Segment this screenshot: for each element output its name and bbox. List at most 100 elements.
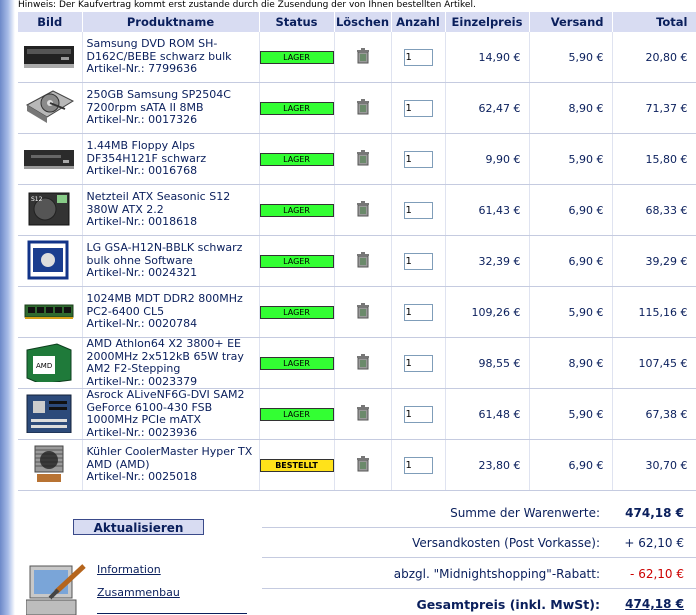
row-total: 15,80 €	[612, 133, 696, 185]
product-image[interactable]	[23, 240, 75, 280]
shipping-cost: 5,90 €	[529, 32, 613, 83]
quantity-input[interactable]	[403, 48, 433, 66]
cart-row: Samsung DVD ROM SH-D162C/BEBE schwarz bu…	[18, 32, 696, 83]
unit-price: 61,43 €	[445, 184, 530, 236]
rabatt-value: - 62,10 €	[630, 567, 684, 581]
product-image[interactable]	[23, 291, 75, 331]
quantity-input[interactable]	[403, 99, 433, 117]
delete-cell	[334, 286, 392, 338]
trash-icon[interactable]	[356, 302, 370, 322]
status-cell: LAGER	[259, 133, 335, 185]
product-name[interactable]: LG GSA-H12N-BBLK schwarz bulk ohne Softw…	[87, 241, 243, 267]
status-badge: LAGER	[259, 153, 333, 166]
article-number: Artikel-Nr.: 7799636	[86, 62, 198, 76]
article-number: Artikel-Nr.: 0023936	[86, 425, 198, 439]
trash-icon[interactable]	[356, 47, 370, 67]
article-number: Artikel-Nr.: 0018618	[86, 215, 198, 229]
shipping-cost: 6,90 €	[529, 439, 613, 491]
product-name[interactable]: Asrock ALiveNF6G-DVI SAM2 GeForce 6100-4…	[87, 389, 245, 427]
warenwerte-label: Summe der Warenwerte:	[450, 506, 600, 520]
product-name[interactable]: Netzteil ATX Seasonic S12 380W ATX 2.2	[87, 190, 231, 216]
shipping-cost: 8,90 €	[529, 337, 613, 389]
row-total: 67,38 €	[612, 388, 696, 440]
shipping-cost: 5,90 €	[529, 133, 613, 185]
trash-icon[interactable]	[356, 353, 370, 373]
trash-icon[interactable]	[356, 404, 370, 424]
cart-row: Kühler CoolerMaster Hyper TX AMD (AMD) Ar…	[18, 439, 696, 491]
product-image[interactable]: S12	[23, 189, 75, 229]
trash-icon[interactable]	[356, 98, 370, 118]
product-name[interactable]: Samsung DVD ROM SH-D162C/BEBE schwarz bu…	[87, 37, 232, 63]
quantity-input[interactable]	[403, 252, 433, 270]
status-badge: LAGER	[259, 306, 333, 319]
quantity-input[interactable]	[403, 405, 433, 423]
unit-price: 109,26 €	[445, 286, 530, 338]
product-name-cell: Samsung DVD ROM SH-D162C/BEBE schwarz bu…	[82, 32, 260, 83]
cart-row: LG GSA-H12N-BBLK schwarz bulk ohne Softw…	[18, 235, 696, 287]
row-total: 20,80 €	[612, 32, 696, 83]
row-total: 39,29 €	[612, 235, 696, 287]
cart-row: 1.44MB Floppy Alps DF354H121F schwarz Art…	[18, 133, 696, 185]
shipping-cost: 6,90 €	[529, 184, 613, 236]
article-number: Artikel-Nr.: 0023379	[86, 374, 198, 388]
unit-price: 61,48 €	[445, 388, 530, 440]
cart-row: 1024MB MDT DDR2 800MHz PC2-6400 CL5 Artik…	[18, 286, 696, 338]
product-image[interactable]	[23, 138, 75, 178]
trash-icon[interactable]	[356, 251, 370, 271]
information-link[interactable]: Information	[97, 563, 161, 576]
trash-icon[interactable]	[356, 455, 370, 475]
delete-cell	[334, 388, 392, 440]
svg-text:S12: S12	[31, 196, 43, 203]
status-cell: LAGER	[259, 235, 335, 287]
status-cell: LAGER	[259, 184, 335, 236]
product-name-cell: Kühler CoolerMaster Hyper TX AMD (AMD) Ar…	[82, 439, 260, 491]
status-cell: LAGER	[259, 337, 335, 389]
product-name-cell: 1024MB MDT DDR2 800MHz PC2-6400 CL5 Artik…	[82, 286, 260, 338]
gesamtpreis-label: Gesamtpreis (inkl. MwSt):	[416, 597, 600, 612]
product-image[interactable]	[23, 393, 75, 433]
computer-tools-icon	[26, 564, 86, 615]
status-badge: LAGER	[259, 204, 333, 217]
product-name-cell: LG GSA-H12N-BBLK schwarz bulk ohne Softw…	[82, 235, 260, 287]
quantity-cell	[391, 337, 446, 389]
cart-table: Bild Produktname Status Löschen Anzahl E…	[18, 12, 696, 491]
zusammenbau-link[interactable]: Zusammenbau	[97, 586, 180, 599]
product-name[interactable]: 1024MB MDT DDR2 800MHz PC2-6400 CL5	[87, 292, 243, 318]
status-cell: LAGER	[259, 388, 335, 440]
delete-cell	[334, 184, 392, 236]
trash-icon[interactable]	[356, 149, 370, 169]
unit-price: 23,80 €	[445, 439, 530, 491]
product-name[interactable]: 1.44MB Floppy Alps DF354H121F schwarz	[87, 139, 207, 165]
status-badge: LAGER	[259, 408, 333, 421]
unit-price: 9,90 €	[445, 133, 530, 185]
delete-cell	[334, 439, 392, 491]
status-badge: BESTELLT	[259, 459, 333, 472]
quantity-input[interactable]	[403, 354, 433, 372]
article-number: Artikel-Nr.: 0020784	[86, 317, 198, 331]
product-name[interactable]: 250GB Samsung SP2504C 7200rpm sATA II 8M…	[87, 88, 231, 114]
window-left-edge	[0, 0, 15, 615]
col-loeschen: Löschen	[334, 12, 392, 32]
cart-row: S12 Netzteil ATX Seasonic S12 380W ATX 2.…	[18, 184, 696, 236]
col-versand: Versand	[529, 12, 613, 32]
update-button[interactable]: Aktualisieren	[73, 519, 204, 535]
product-name[interactable]: AMD Athlon64 X2 3800+ EE 2000MHz 2x512kB…	[87, 338, 244, 376]
quantity-input[interactable]	[403, 201, 433, 219]
product-image[interactable]: AMD	[23, 342, 75, 385]
cut-off-link	[97, 609, 247, 615]
row-total: 107,45 €	[612, 337, 696, 389]
quantity-input[interactable]	[403, 303, 433, 321]
trash-icon[interactable]	[356, 200, 370, 220]
product-name[interactable]: Kühler CoolerMaster Hyper TX AMD (AMD)	[87, 445, 253, 471]
product-name-cell: Netzteil ATX Seasonic S12 380W ATX 2.2 Ar…	[82, 184, 260, 236]
status-cell: LAGER	[259, 286, 335, 338]
delete-cell	[334, 32, 392, 83]
unit-price: 98,55 €	[445, 337, 530, 389]
quantity-input[interactable]	[403, 150, 433, 168]
quantity-input[interactable]	[403, 456, 433, 474]
product-image[interactable]	[23, 87, 75, 127]
article-number: Artikel-Nr.: 0024321	[86, 266, 198, 280]
status-cell: LAGER	[259, 32, 335, 83]
product-image[interactable]	[23, 36, 75, 76]
product-image[interactable]	[23, 444, 75, 484]
